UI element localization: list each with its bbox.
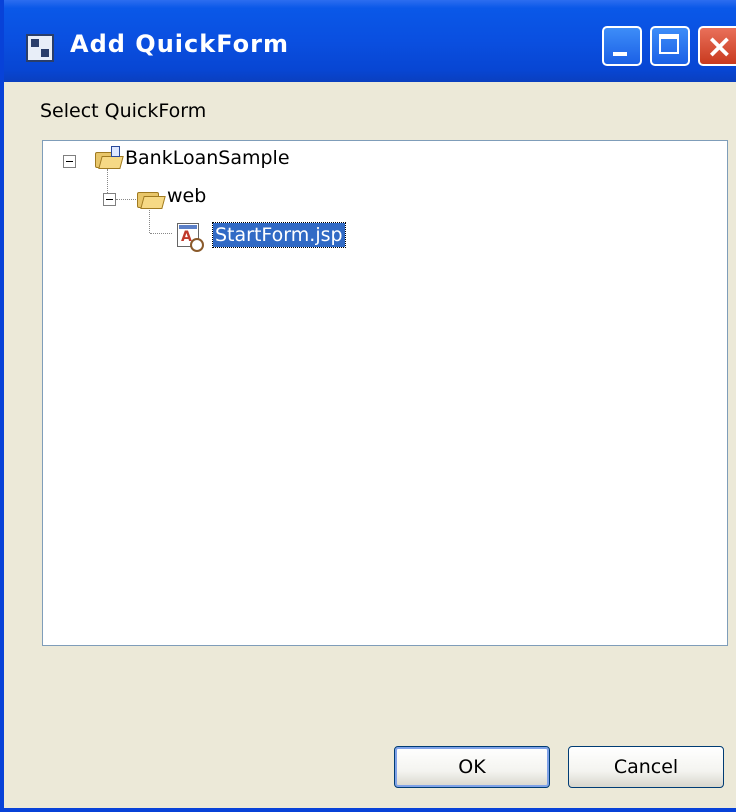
jsp-file-icon: A (177, 223, 204, 252)
collapse-project-icon[interactable] (63, 155, 76, 168)
window-title: Add QuickForm (70, 30, 289, 58)
ok-button[interactable]: OK (394, 746, 550, 788)
tree-item-banklosample[interactable]: BankLoanSample (125, 147, 290, 169)
tree-item-label: web (167, 185, 207, 207)
close-button[interactable]: × (698, 26, 736, 66)
tree-connector (150, 233, 172, 235)
quickform-tree[interactable]: BankLoanSample web A StartForm.jsp (42, 140, 728, 646)
close-icon: × (706, 27, 733, 65)
tree-connector (116, 199, 136, 201)
tree-connector (107, 169, 109, 195)
project-folder-icon (95, 146, 124, 169)
title-bar[interactable]: Add QuickForm × (4, 0, 736, 82)
collapse-web-icon[interactable] (103, 193, 116, 206)
tree-item-label: BankLoanSample (125, 147, 290, 169)
tree-item-web[interactable]: web (167, 185, 206, 207)
dialog-window: Add QuickForm × Select QuickForm BankLoa… (0, 0, 736, 812)
folder-icon (137, 189, 166, 209)
tree-item-label: StartForm.jsp (212, 222, 346, 248)
select-quickform-label: Select QuickForm (40, 100, 207, 122)
maximize-button[interactable] (650, 26, 690, 66)
cancel-button[interactable]: Cancel (568, 746, 724, 788)
tree-item-startform[interactable]: StartForm.jsp (212, 222, 346, 248)
tree-connector (149, 207, 151, 233)
minimize-button[interactable] (602, 26, 642, 66)
app-icon (26, 34, 54, 62)
